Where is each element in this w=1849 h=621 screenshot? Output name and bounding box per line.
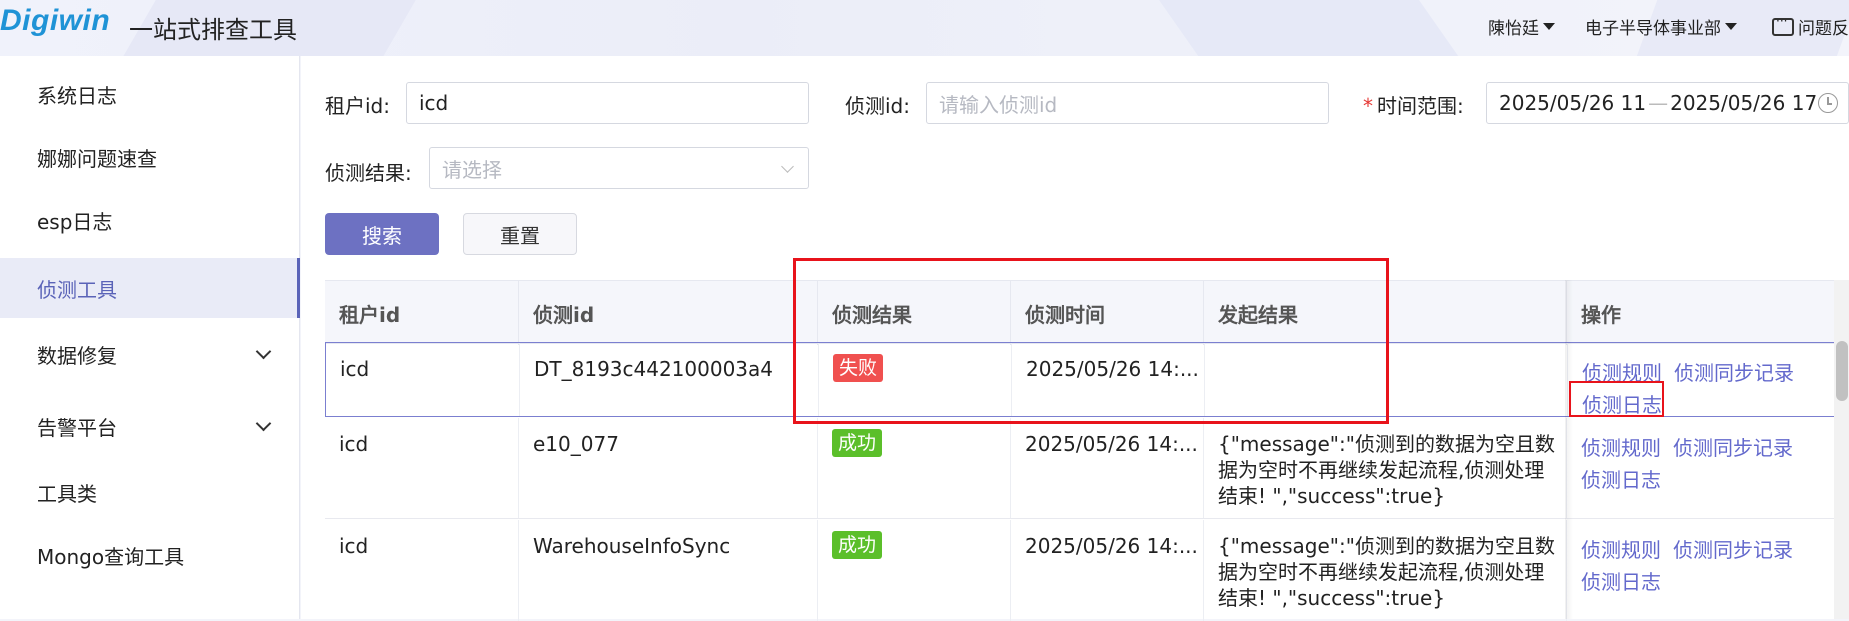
column-header-operations: 操作 [1566, 281, 1849, 345]
sidebar-item-label: 工具类 [37, 481, 97, 506]
status-badge: 成功 [832, 531, 883, 559]
table-row[interactable]: icd e10_077 成功 2025/05/26 14:... {"messa… [325, 418, 1849, 519]
detect-result-label: 侦测结果: [325, 161, 412, 185]
message-icon [1772, 14, 1794, 36]
sidebar: 系统日志 娜娜问题速查 esp日志 侦测工具 数据修复 告警平台 工具类 Mon… [0, 56, 300, 619]
detect-sync-record-link[interactable]: 侦测同步记录 [1673, 436, 1793, 460]
cell-time: 2025/05/26 14:... [1011, 343, 1204, 416]
sidebar-item-label: 侦测工具 [37, 277, 117, 302]
time-range-label-text: 时间范围: [1377, 94, 1464, 118]
time-end[interactable]: 2025/05/26 17 [1670, 91, 1817, 115]
status-badge: 成功 [832, 429, 883, 457]
app-title: 一站式排查工具 [129, 16, 297, 44]
time-separator: — [1648, 91, 1669, 115]
cell-tenant: icd [339, 534, 369, 558]
sidebar-item-label: 娜娜问题速查 [37, 146, 157, 171]
sidebar-item-label: 系统日志 [37, 83, 117, 108]
fixed-column-shadow [1565, 280, 1573, 619]
column-header-result: 侦测结果 [817, 281, 1010, 345]
department-name: 电子半导体事业部 [1585, 19, 1721, 39]
department-menu[interactable]: 电子半导体事业部 [1585, 14, 1737, 39]
detect-result-placeholder: 请选择 [442, 157, 502, 182]
detect-log-link[interactable]: 侦测日志 [1581, 570, 1661, 594]
time-start[interactable]: 2025/05/26 11 [1499, 91, 1646, 115]
table-row[interactable]: icd WarehouseInfoSync 成功 2025/05/26 14:.… [325, 520, 1849, 621]
clock-icon [1818, 93, 1838, 113]
cell-detect-id: e10_077 [518, 418, 817, 518]
column-header-initiate: 发起结果 [1203, 281, 1566, 345]
sidebar-item-alert-platform[interactable]: 告警平台 [0, 396, 300, 456]
status-badge: 失败 [833, 354, 884, 382]
cell-operations: 侦测规则 侦测同步记录 侦测日志 [1566, 520, 1849, 621]
sidebar-item-tools[interactable]: 工具类 [0, 462, 300, 522]
chevron-down-icon [255, 415, 272, 432]
search-button[interactable]: 搜索 [325, 213, 439, 255]
cell-result: 成功 [817, 520, 1010, 621]
table-scrollbar-thumb[interactable] [1836, 341, 1848, 401]
caret-down-icon [1543, 23, 1555, 30]
cell-initiate [1204, 343, 1567, 416]
feedback-button[interactable]: 问题反 [1772, 14, 1849, 39]
required-mark: * [1363, 94, 1373, 118]
sidebar-item-detect-tool[interactable]: 侦测工具 [0, 258, 300, 318]
chevron-down-icon [255, 343, 272, 360]
detect-log-link[interactable]: 侦测日志 [1581, 468, 1661, 492]
detect-rule-link[interactable]: 侦测规则 [1582, 361, 1662, 385]
detect-sync-record-link[interactable]: 侦测同步记录 [1674, 361, 1794, 385]
user-name: 陳怡廷 [1488, 19, 1539, 39]
cell-detect-id: WarehouseInfoSync [518, 520, 817, 621]
cell-tenant: icd [340, 357, 370, 381]
cell-time: 2025/05/26 14:... [1010, 520, 1203, 621]
sidebar-item-data-repair[interactable]: 数据修复 [0, 324, 300, 384]
cell-detect-id: DT_8193c442100003a4 [519, 343, 818, 416]
time-range-picker[interactable]: 2025/05/26 11 — 2025/05/26 17 [1486, 82, 1849, 124]
detect-result-select[interactable]: 请选择 [429, 147, 809, 189]
tenant-id-label: 租户id: [325, 94, 390, 118]
digiwin-logo[interactable]: Digiwin [0, 4, 110, 38]
sidebar-item-label: 告警平台 [37, 415, 117, 440]
cell-operations: 侦测规则 侦测同步记录 侦测日志 [1567, 343, 1849, 417]
sidebar-item-mongo-query[interactable]: Mongo查询工具 [0, 525, 300, 585]
table-header: 租户id 侦测id 侦测结果 侦测时间 发起结果 操作 [325, 280, 1849, 345]
tenant-id-input[interactable]: icd [406, 82, 809, 124]
sidebar-item-nana-lookup[interactable]: 娜娜问题速查 [0, 127, 300, 187]
sidebar-item-esp-log[interactable]: esp日志 [0, 190, 300, 250]
user-menu[interactable]: 陳怡廷 [1488, 14, 1555, 39]
table-row[interactable]: icd DT_8193c442100003a4 失败 2025/05/26 14… [325, 342, 1849, 417]
table-scrollbar-track[interactable] [1834, 280, 1849, 619]
sidebar-item-label: 数据修复 [37, 343, 117, 368]
cell-time: 2025/05/26 14:... [1010, 418, 1203, 518]
detect-results-table: 租户id 侦测id 侦测结果 侦测时间 发起结果 操作 icd DT_8193c… [325, 280, 1849, 621]
detect-rule-link[interactable]: 侦测规则 [1581, 436, 1661, 460]
caret-down-icon [1725, 23, 1737, 30]
chevron-down-icon [781, 160, 794, 173]
cell-initiate: {"message":"侦测到的数据为空且数据为空时不再继续发起流程,侦测处理结… [1203, 418, 1566, 518]
column-header-detect-id: 侦测id [518, 281, 817, 345]
column-header-time: 侦测时间 [1010, 281, 1203, 345]
cell-operations: 侦测规则 侦测同步记录 侦测日志 [1566, 418, 1849, 518]
detect-rule-link[interactable]: 侦测规则 [1581, 538, 1661, 562]
cell-result: 失败 [818, 343, 1011, 416]
sidebar-item-system-log[interactable]: 系统日志 [0, 64, 300, 124]
app-header: Digiwin 一站式排查工具 陳怡廷 电子半导体事业部 问题反 [0, 0, 1849, 56]
cell-result: 成功 [817, 418, 1010, 518]
feedback-label: 问题反 [1798, 19, 1849, 39]
cell-tenant: icd [339, 432, 369, 456]
detect-id-input[interactable]: 请输入侦测id [926, 82, 1329, 124]
column-header-tenant: 租户id [339, 302, 401, 327]
reset-button[interactable]: 重置 [463, 213, 577, 255]
detect-log-link[interactable]: 侦测日志 [1582, 393, 1662, 417]
sidebar-item-label: esp日志 [37, 209, 113, 234]
sidebar-item-label: Mongo查询工具 [37, 544, 185, 569]
time-range-label: * 时间范围: [1363, 90, 1464, 119]
cell-initiate: {"message":"侦测到的数据为空且数据为空时不再继续发起流程,侦测处理结… [1203, 520, 1566, 621]
detect-sync-record-link[interactable]: 侦测同步记录 [1673, 538, 1793, 562]
detect-id-label: 侦测id: [845, 94, 910, 118]
